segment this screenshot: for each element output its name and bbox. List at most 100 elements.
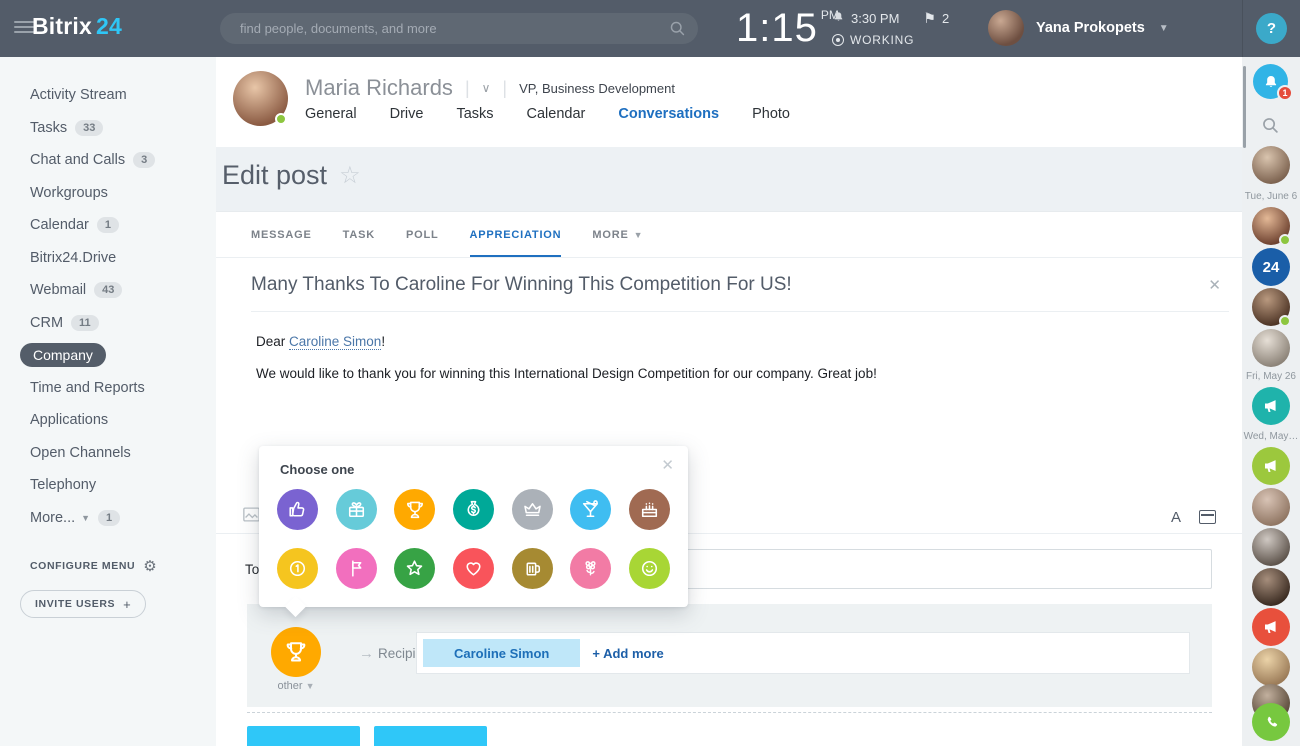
announcement-chat-green[interactable] xyxy=(1252,447,1290,485)
cancel-button[interactable] xyxy=(374,726,487,746)
chat-avatar[interactable] xyxy=(1252,648,1290,686)
scrollbar[interactable] xyxy=(1243,66,1246,148)
close-icon[interactable]: ✕ xyxy=(1200,276,1229,294)
badge-medal-one[interactable] xyxy=(277,548,318,589)
badge-money-bag[interactable] xyxy=(453,489,494,530)
search-icon[interactable] xyxy=(1261,116,1280,140)
badge-thumbs-up[interactable] xyxy=(277,489,318,530)
tab-tasks[interactable]: Tasks xyxy=(456,106,493,122)
working-record-icon[interactable] xyxy=(832,34,844,46)
sidebar-item-applications[interactable]: Applications xyxy=(0,404,216,437)
favorite-star-icon[interactable]: ☆ xyxy=(339,161,361,190)
badge-type-dropdown[interactable]: other ▼ xyxy=(271,680,321,692)
close-icon[interactable]: ✕ xyxy=(661,456,674,474)
submit-button[interactable] xyxy=(247,726,360,746)
recipient-chip[interactable]: Caroline Simon xyxy=(423,639,580,667)
alarm-bell-icon[interactable] xyxy=(832,10,845,27)
chat-avatar[interactable] xyxy=(1252,288,1290,326)
chat-avatar[interactable] xyxy=(1252,146,1290,184)
chat-date-label: Wed, May… xyxy=(1242,431,1300,442)
recipient-input-area[interactable]: Caroline Simon + Add more xyxy=(416,632,1190,674)
sidebar-item-chat-and-calls[interactable]: Chat and Calls3 xyxy=(0,144,216,177)
current-user-menu[interactable]: Yana Prokopets ▼ xyxy=(988,10,1169,46)
divider: | xyxy=(502,78,507,99)
search-input[interactable] xyxy=(238,13,658,44)
badge-grid xyxy=(268,489,679,589)
profile-avatar[interactable] xyxy=(233,71,288,126)
badge-beer[interactable] xyxy=(512,548,553,589)
sidebar-item-tasks[interactable]: Tasks33 xyxy=(0,112,216,145)
hamburger-menu-icon[interactable] xyxy=(14,21,34,36)
working-status[interactable]: WORKING xyxy=(850,33,914,47)
badge-trophy[interactable] xyxy=(394,489,435,530)
font-format-icon[interactable]: A xyxy=(1171,509,1181,526)
tab-calendar[interactable]: Calendar xyxy=(527,106,586,122)
badge-crown[interactable] xyxy=(512,489,553,530)
profile-name[interactable]: Maria Richards xyxy=(305,75,453,101)
webmail-count-badge: 43 xyxy=(94,282,122,298)
tab-conversations[interactable]: Conversations xyxy=(618,106,719,122)
badge-cake[interactable] xyxy=(629,489,670,530)
chat-date-label: Fri, May 26 xyxy=(1242,371,1300,382)
tab-poll[interactable]: POLL xyxy=(406,212,439,257)
tab-more[interactable]: MORE▼ xyxy=(592,212,643,257)
telephony-button[interactable] xyxy=(1252,703,1290,741)
chat-avatar[interactable] xyxy=(1252,568,1290,606)
left-sidebar: Activity Stream Tasks33 Chat and Calls3 … xyxy=(0,57,216,746)
user-avatar[interactable] xyxy=(988,10,1024,46)
right-rail: 1 Tue, June 6 24 Fri, May 26 Wed, May… xyxy=(1242,57,1300,746)
chat-avatar[interactable] xyxy=(1252,329,1290,367)
chat-avatar[interactable] xyxy=(1252,207,1290,245)
badge-star[interactable] xyxy=(394,548,435,589)
editor-view-toggle-icon[interactable] xyxy=(1199,510,1216,524)
sidebar-item-crm[interactable]: CRM11 xyxy=(0,307,216,340)
work-clock[interactable]: 1:15PM xyxy=(736,6,839,50)
sidebar-item-bitrix24-drive[interactable]: Bitrix24.Drive xyxy=(0,242,216,275)
chevron-down-icon: ▼ xyxy=(306,681,315,691)
sidebar-item-webmail[interactable]: Webmail43 xyxy=(0,274,216,307)
tab-general[interactable]: General xyxy=(305,106,357,122)
sidebar-item-calendar[interactable]: Calendar1 xyxy=(0,209,216,242)
badge-gift[interactable] xyxy=(336,489,377,530)
flag-icon[interactable]: ⚑ xyxy=(923,10,936,27)
tab-photo[interactable]: Photo xyxy=(752,106,790,122)
sidebar-item-time-and-reports[interactable]: Time and Reports xyxy=(0,372,216,405)
badge-cocktail[interactable] xyxy=(570,489,611,530)
recipient-mention-link[interactable]: Caroline Simon xyxy=(289,334,381,350)
announcement-chat-red[interactable] xyxy=(1252,608,1290,646)
brand-logo[interactable]: Bitrix24 xyxy=(32,13,122,40)
search-icon[interactable] xyxy=(669,20,686,42)
sidebar-item-open-channels[interactable]: Open Channels xyxy=(0,437,216,470)
sidebar-item-activity-stream[interactable]: Activity Stream xyxy=(0,79,216,112)
chevron-down-icon[interactable]: ∨ xyxy=(482,81,491,95)
smiley-icon xyxy=(637,556,662,581)
tab-appreciation[interactable]: APPRECIATION xyxy=(470,212,562,257)
flag-count[interactable]: 2 xyxy=(942,11,949,26)
help-button[interactable]: ? xyxy=(1256,13,1287,44)
chat-avatar[interactable] xyxy=(1252,528,1290,566)
bitrix24-chat-logo[interactable]: 24 xyxy=(1252,248,1290,286)
tab-task[interactable]: TASK xyxy=(343,212,375,257)
badge-smiley[interactable] xyxy=(629,548,670,589)
badge-flag[interactable] xyxy=(336,548,377,589)
badge-flower[interactable] xyxy=(570,548,611,589)
sidebar-item-more[interactable]: More...▼1 xyxy=(0,502,216,535)
announcement-chat-teal[interactable] xyxy=(1252,387,1290,425)
tab-drive[interactable]: Drive xyxy=(390,106,424,122)
sidebar-item-company[interactable]: Company xyxy=(0,339,216,372)
configure-menu-button[interactable]: CONFIGURE MENU⚙ xyxy=(30,557,157,575)
notifications-button[interactable]: 1 xyxy=(1253,64,1288,99)
add-more-recipients-link[interactable]: + Add more xyxy=(592,646,663,661)
invite-users-button[interactable]: INVITE USERS+ xyxy=(20,590,146,618)
alarm-time[interactable]: 3:30 PM xyxy=(851,11,899,26)
badge-heart[interactable] xyxy=(453,548,494,589)
profile-job-title: VP, Business Development xyxy=(519,81,675,96)
insert-image-icon[interactable] xyxy=(243,507,260,527)
trophy-badge-button[interactable] xyxy=(271,627,321,677)
sidebar-item-telephony[interactable]: Telephony xyxy=(0,469,216,502)
tab-message[interactable]: MESSAGE xyxy=(251,212,312,257)
sidebar-item-workgroups[interactable]: Workgroups xyxy=(0,177,216,210)
post-title-input[interactable]: Many Thanks To Caroline For Winning This… xyxy=(251,274,1200,296)
trophy-icon xyxy=(402,497,428,523)
chat-avatar[interactable] xyxy=(1252,488,1290,526)
